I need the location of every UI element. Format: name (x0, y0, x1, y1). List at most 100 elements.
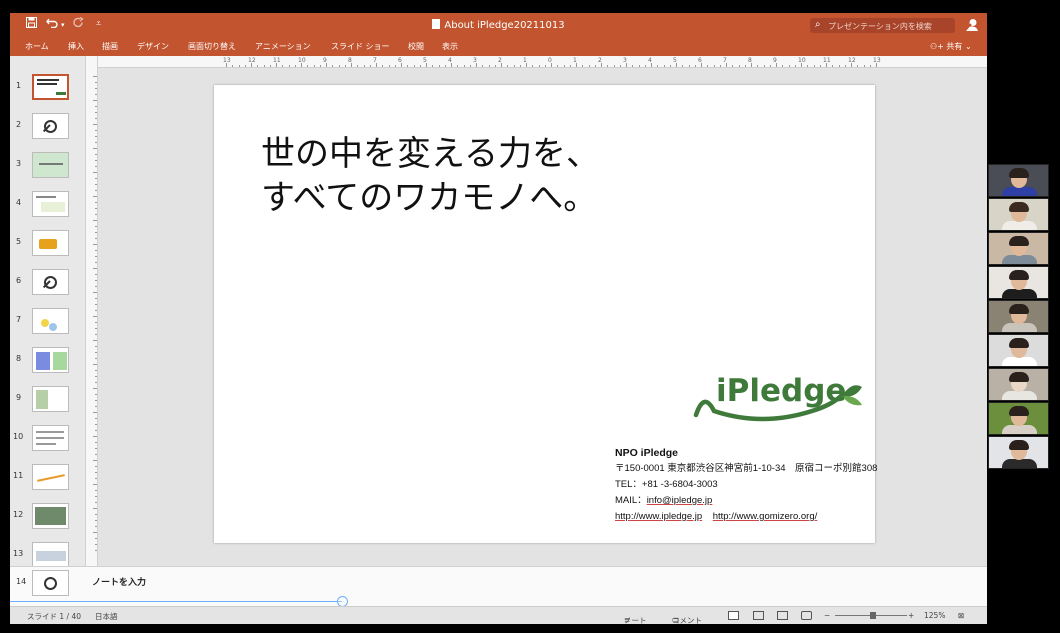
slide-thumbnail-pane[interactable]: 1 2 3 4 5 6 7 8 9 10 11 12 13 (10, 56, 86, 568)
zoom-level[interactable]: 125% (924, 611, 945, 620)
ruler-tick (526, 63, 527, 67)
slide-sorter-icon[interactable] (753, 611, 764, 620)
tab-transitions[interactable]: 画面切り替え (188, 41, 236, 52)
ruler-tick (401, 63, 402, 67)
thumbnail-slide-10[interactable]: 10 (10, 425, 86, 455)
ruler-tick (226, 63, 227, 67)
ruler-tick (95, 154, 97, 155)
thumbnail-slide-4[interactable]: 4 (10, 191, 86, 221)
fit-to-window-icon[interactable]: ⊠ (958, 611, 964, 620)
thumbnail-slide-14[interactable] (32, 570, 69, 596)
participant-tile[interactable] (988, 266, 1049, 299)
thumbnail-slide-8[interactable]: 8 (10, 347, 86, 377)
participant-tile[interactable] (988, 368, 1049, 401)
participant-tile[interactable] (988, 198, 1049, 231)
zoom-in-icon[interactable]: + (908, 611, 914, 620)
zoom-slider-knob[interactable] (870, 612, 876, 619)
ruler-tick (419, 65, 421, 67)
ruler-tick (95, 208, 97, 209)
ruler-tick (95, 520, 97, 521)
thumbnail-slide-6[interactable]: 6 (10, 269, 86, 299)
ruler-tick (676, 63, 677, 67)
ruler-tick (494, 65, 496, 67)
zoom-out-icon[interactable]: − (824, 611, 830, 620)
ruler-tick (95, 352, 97, 353)
tab-view[interactable]: 表示 (442, 41, 458, 52)
ruler-tick (95, 442, 97, 443)
thumbnail-slide-2[interactable]: 2 (10, 113, 86, 143)
ruler-tick (95, 118, 97, 119)
search-input[interactable]: ⌕ プレゼンテーション内を検索 (810, 18, 955, 33)
thumbnail-image (32, 74, 69, 100)
ruler-tick (95, 406, 97, 407)
ruler-tick (93, 364, 97, 365)
ruler-tick (638, 65, 640, 67)
participant-tile[interactable] (988, 436, 1049, 469)
notes-placeholder[interactable]: ノートを入力 (92, 575, 146, 588)
tab-slideshow[interactable]: スライド ショー (331, 41, 390, 52)
ruler-tick (801, 63, 802, 67)
tab-home[interactable]: ホーム (25, 41, 49, 52)
ruler-tick (688, 65, 690, 67)
ruler-tick (93, 292, 97, 293)
slide-headline[interactable]: 世の中を変える力を、 すべてのワカモノへ。 (261, 132, 600, 220)
ruler-tick (95, 94, 97, 95)
thumbnail-slide-5[interactable]: 5 (10, 230, 86, 260)
reading-view-icon[interactable] (777, 611, 788, 620)
chevron-down-icon: ⌄ (964, 42, 972, 51)
organization-name: NPO iPledge (615, 447, 679, 459)
tab-insert[interactable]: 挿入 (68, 41, 84, 52)
ruler-tick (95, 418, 97, 419)
ruler-tick (95, 514, 97, 515)
ruler-tick (807, 65, 809, 67)
thumbnail-slide-12[interactable]: 12 (10, 503, 86, 533)
ruler-tick (294, 65, 296, 67)
thumbnail-slide-9[interactable]: 9 (10, 386, 86, 416)
language[interactable]: 日本語 (95, 611, 118, 622)
url-link-2[interactable]: http://www.gomizero.org/ (713, 511, 818, 522)
thumbnail-slide-11[interactable]: 11 (10, 464, 86, 494)
participant-tile[interactable] (988, 334, 1049, 367)
participant-tile[interactable] (988, 402, 1049, 435)
ruler-tick (732, 65, 734, 67)
tab-draw[interactable]: 描画 (102, 41, 118, 52)
account-icon[interactable] (965, 18, 979, 32)
url-link-1[interactable]: http://www.ipledge.jp (615, 511, 702, 522)
ruler-tick (744, 65, 746, 67)
ruler-tick (463, 65, 465, 67)
tab-design[interactable]: デザイン (137, 41, 169, 52)
ruler-tick (338, 65, 340, 67)
tab-review[interactable]: 校閲 (408, 41, 424, 52)
participant-tile[interactable] (988, 300, 1049, 333)
ruler-tick (351, 63, 352, 67)
ruler-tick (263, 65, 265, 67)
ruler-tick (701, 63, 702, 67)
ruler-tick (426, 63, 427, 67)
ruler-tick (93, 436, 97, 437)
thumbnail-image (32, 386, 69, 412)
tab-animations[interactable]: アニメーション (255, 41, 311, 52)
normal-view-icon[interactable] (728, 611, 739, 620)
ruler-tick (95, 382, 97, 383)
editing-canvas[interactable]: 世の中を変える力を、 すべてのワカモノへ。 iPledge NPO iPledg… (98, 68, 987, 566)
ruler-tick (857, 65, 859, 67)
ruler-tick (95, 88, 97, 89)
participant-tile[interactable] (988, 232, 1049, 265)
ruler-tick (457, 65, 459, 67)
participant-tile[interactable] (988, 164, 1049, 197)
thumbnail-slide-3[interactable]: 3 (10, 152, 86, 182)
ruler-tick (301, 63, 302, 67)
notes-pane[interactable]: 14 ノートを入力 (10, 566, 987, 606)
slideshow-icon[interactable] (801, 611, 812, 620)
ruler-tick (93, 412, 97, 413)
thumbnail-image (32, 308, 69, 334)
logo-wordmark: iPledge (716, 373, 846, 409)
thumbnail-slide-7[interactable]: 7 (10, 308, 86, 338)
thumbnail-image (32, 230, 69, 256)
current-slide[interactable]: 世の中を変える力を、 すべてのワカモノへ。 iPledge NPO iPledg… (214, 85, 877, 543)
share-button[interactable]: ⚇+ 共有 ⌄ (930, 41, 972, 52)
mail-link[interactable]: info@ipledge.jp (647, 495, 713, 506)
ruler-tick (93, 508, 97, 509)
ruler-tick (738, 65, 740, 67)
thumbnail-slide-1[interactable]: 1 (10, 74, 86, 104)
